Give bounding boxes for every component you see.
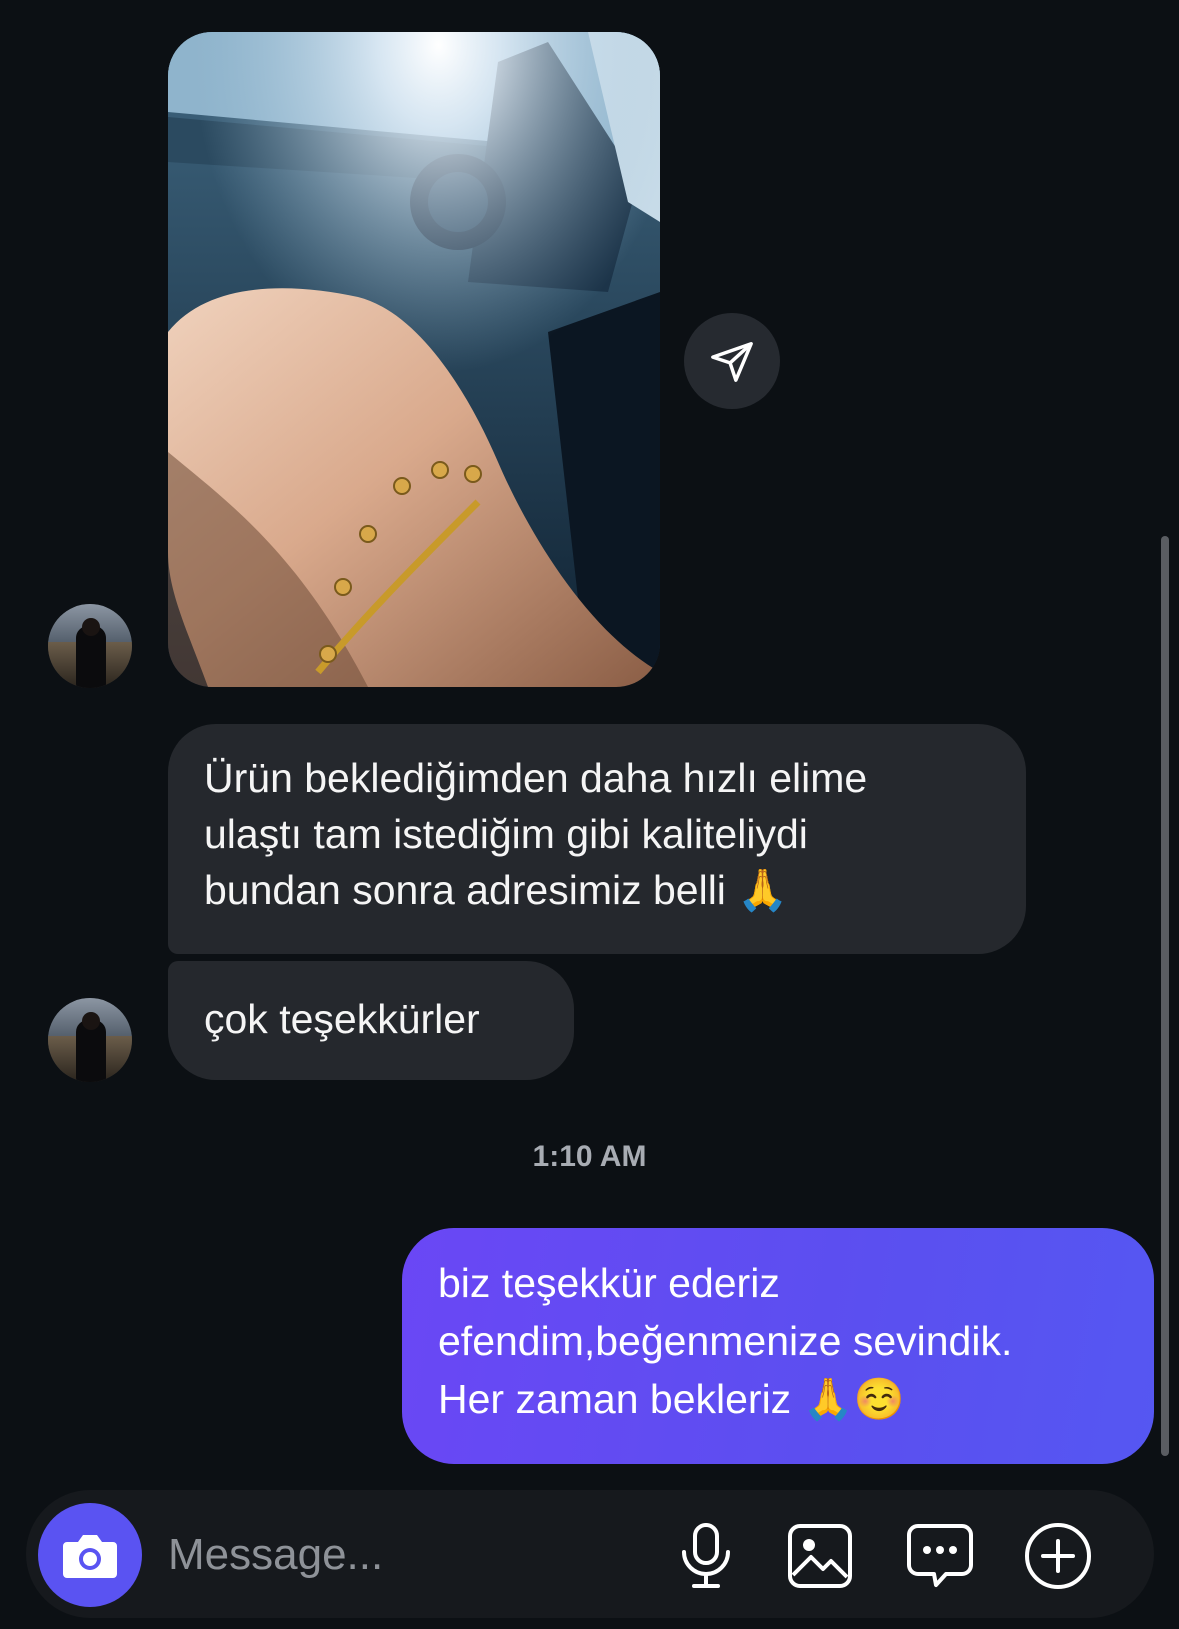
share-button[interactable] [684,313,780,409]
gallery-icon [788,1524,852,1588]
share-icon [711,342,753,382]
more-options-button[interactable] [1022,1520,1094,1592]
avatar[interactable] [48,998,132,1082]
avatar[interactable] [48,604,132,688]
incoming-message[interactable]: Ürün beklediğimden daha hızlı elime ulaş… [168,724,1026,954]
sticker-button[interactable] [904,1520,976,1592]
outgoing-message[interactable]: biz teşekkür ederiz efendim,beğenmenize … [402,1228,1154,1464]
gallery-button[interactable] [784,1520,856,1592]
message-timestamp: 1:10 AM [532,1140,647,1173]
photo-attachment[interactable] [168,32,660,687]
microphone-icon [682,1523,730,1588]
plus-icon [1025,1523,1091,1589]
sticker-icon [907,1524,973,1587]
camera-button[interactable] [38,1503,142,1607]
scrollbar[interactable] [1161,536,1169,1456]
microphone-button[interactable] [670,1520,742,1592]
camera-icon [63,1535,117,1578]
incoming-message[interactable]: çok teşekkürler [168,961,574,1080]
photo-content [168,32,660,687]
message-input[interactable] [168,1523,648,1587]
dm-thread: Ürün beklediğimden daha hızlı elime ulaş… [0,0,1179,1629]
